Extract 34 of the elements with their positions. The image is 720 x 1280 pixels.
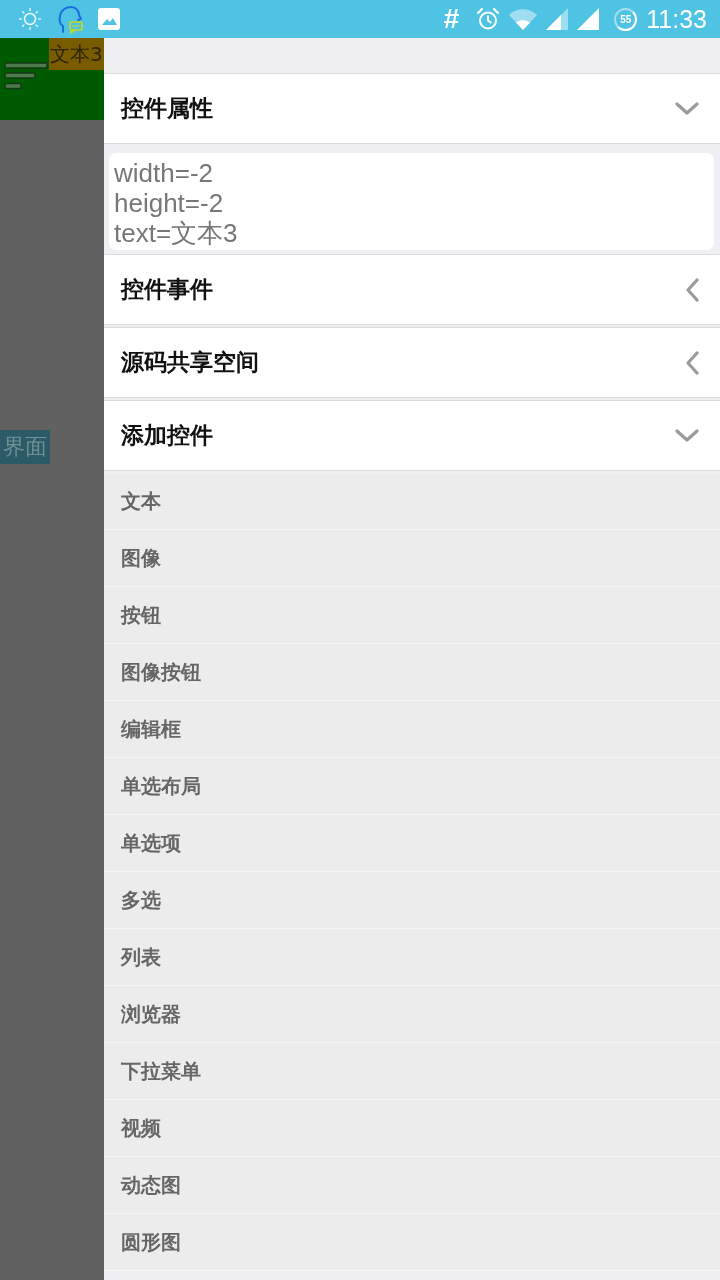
text-label: 文本3	[49, 38, 104, 70]
widget-list-item[interactable]: 图像按钮	[104, 644, 720, 701]
widget-list-item[interactable]: 浏览器	[104, 986, 720, 1043]
alarm-icon	[476, 7, 501, 31]
section-header[interactable]: 控件事件	[104, 254, 720, 325]
widget-list-item[interactable]: 单选项	[104, 815, 720, 872]
widget-list-item[interactable]: 文本	[104, 473, 720, 530]
signal-icon	[577, 8, 600, 30]
widget-list-item[interactable]: 按钮	[104, 587, 720, 644]
widget-list-item[interactable]: 下拉菜单	[104, 1043, 720, 1100]
widget-list-item[interactable]: 圆形图	[104, 1214, 720, 1271]
section-header[interactable]: 控件属性	[104, 73, 720, 144]
status-time: 11:33	[646, 4, 707, 34]
battery-indicator: 55	[614, 7, 638, 31]
section-header[interactable]: 添加控件	[104, 400, 720, 471]
widget-list-item[interactable]: 编辑框	[104, 701, 720, 758]
property-text: width=-2	[114, 158, 214, 188]
property-text: height=-2	[114, 188, 225, 218]
head-chat-icon	[57, 4, 83, 34]
bars-icon	[4, 62, 48, 90]
signal-icon	[546, 8, 569, 30]
widget-list-item[interactable]: 列表	[104, 929, 720, 986]
hash-symbol: #	[443, 4, 460, 34]
wifi-icon	[509, 8, 538, 30]
widget-list-item[interactable]: 单选布局	[104, 758, 720, 815]
brightness-icon	[18, 7, 42, 31]
property-text: text=文本3	[114, 218, 239, 248]
widget-list-item[interactable]: 图像	[104, 530, 720, 587]
widget-list-item[interactable]: 动态图	[104, 1157, 720, 1214]
screen-label: 界面	[0, 430, 50, 464]
image-icon	[98, 8, 120, 30]
widget-list-item[interactable]: 多选	[104, 872, 720, 929]
section-header[interactable]: 源码共享空间	[104, 327, 720, 398]
widget-list-item[interactable]: 视频	[104, 1100, 720, 1157]
